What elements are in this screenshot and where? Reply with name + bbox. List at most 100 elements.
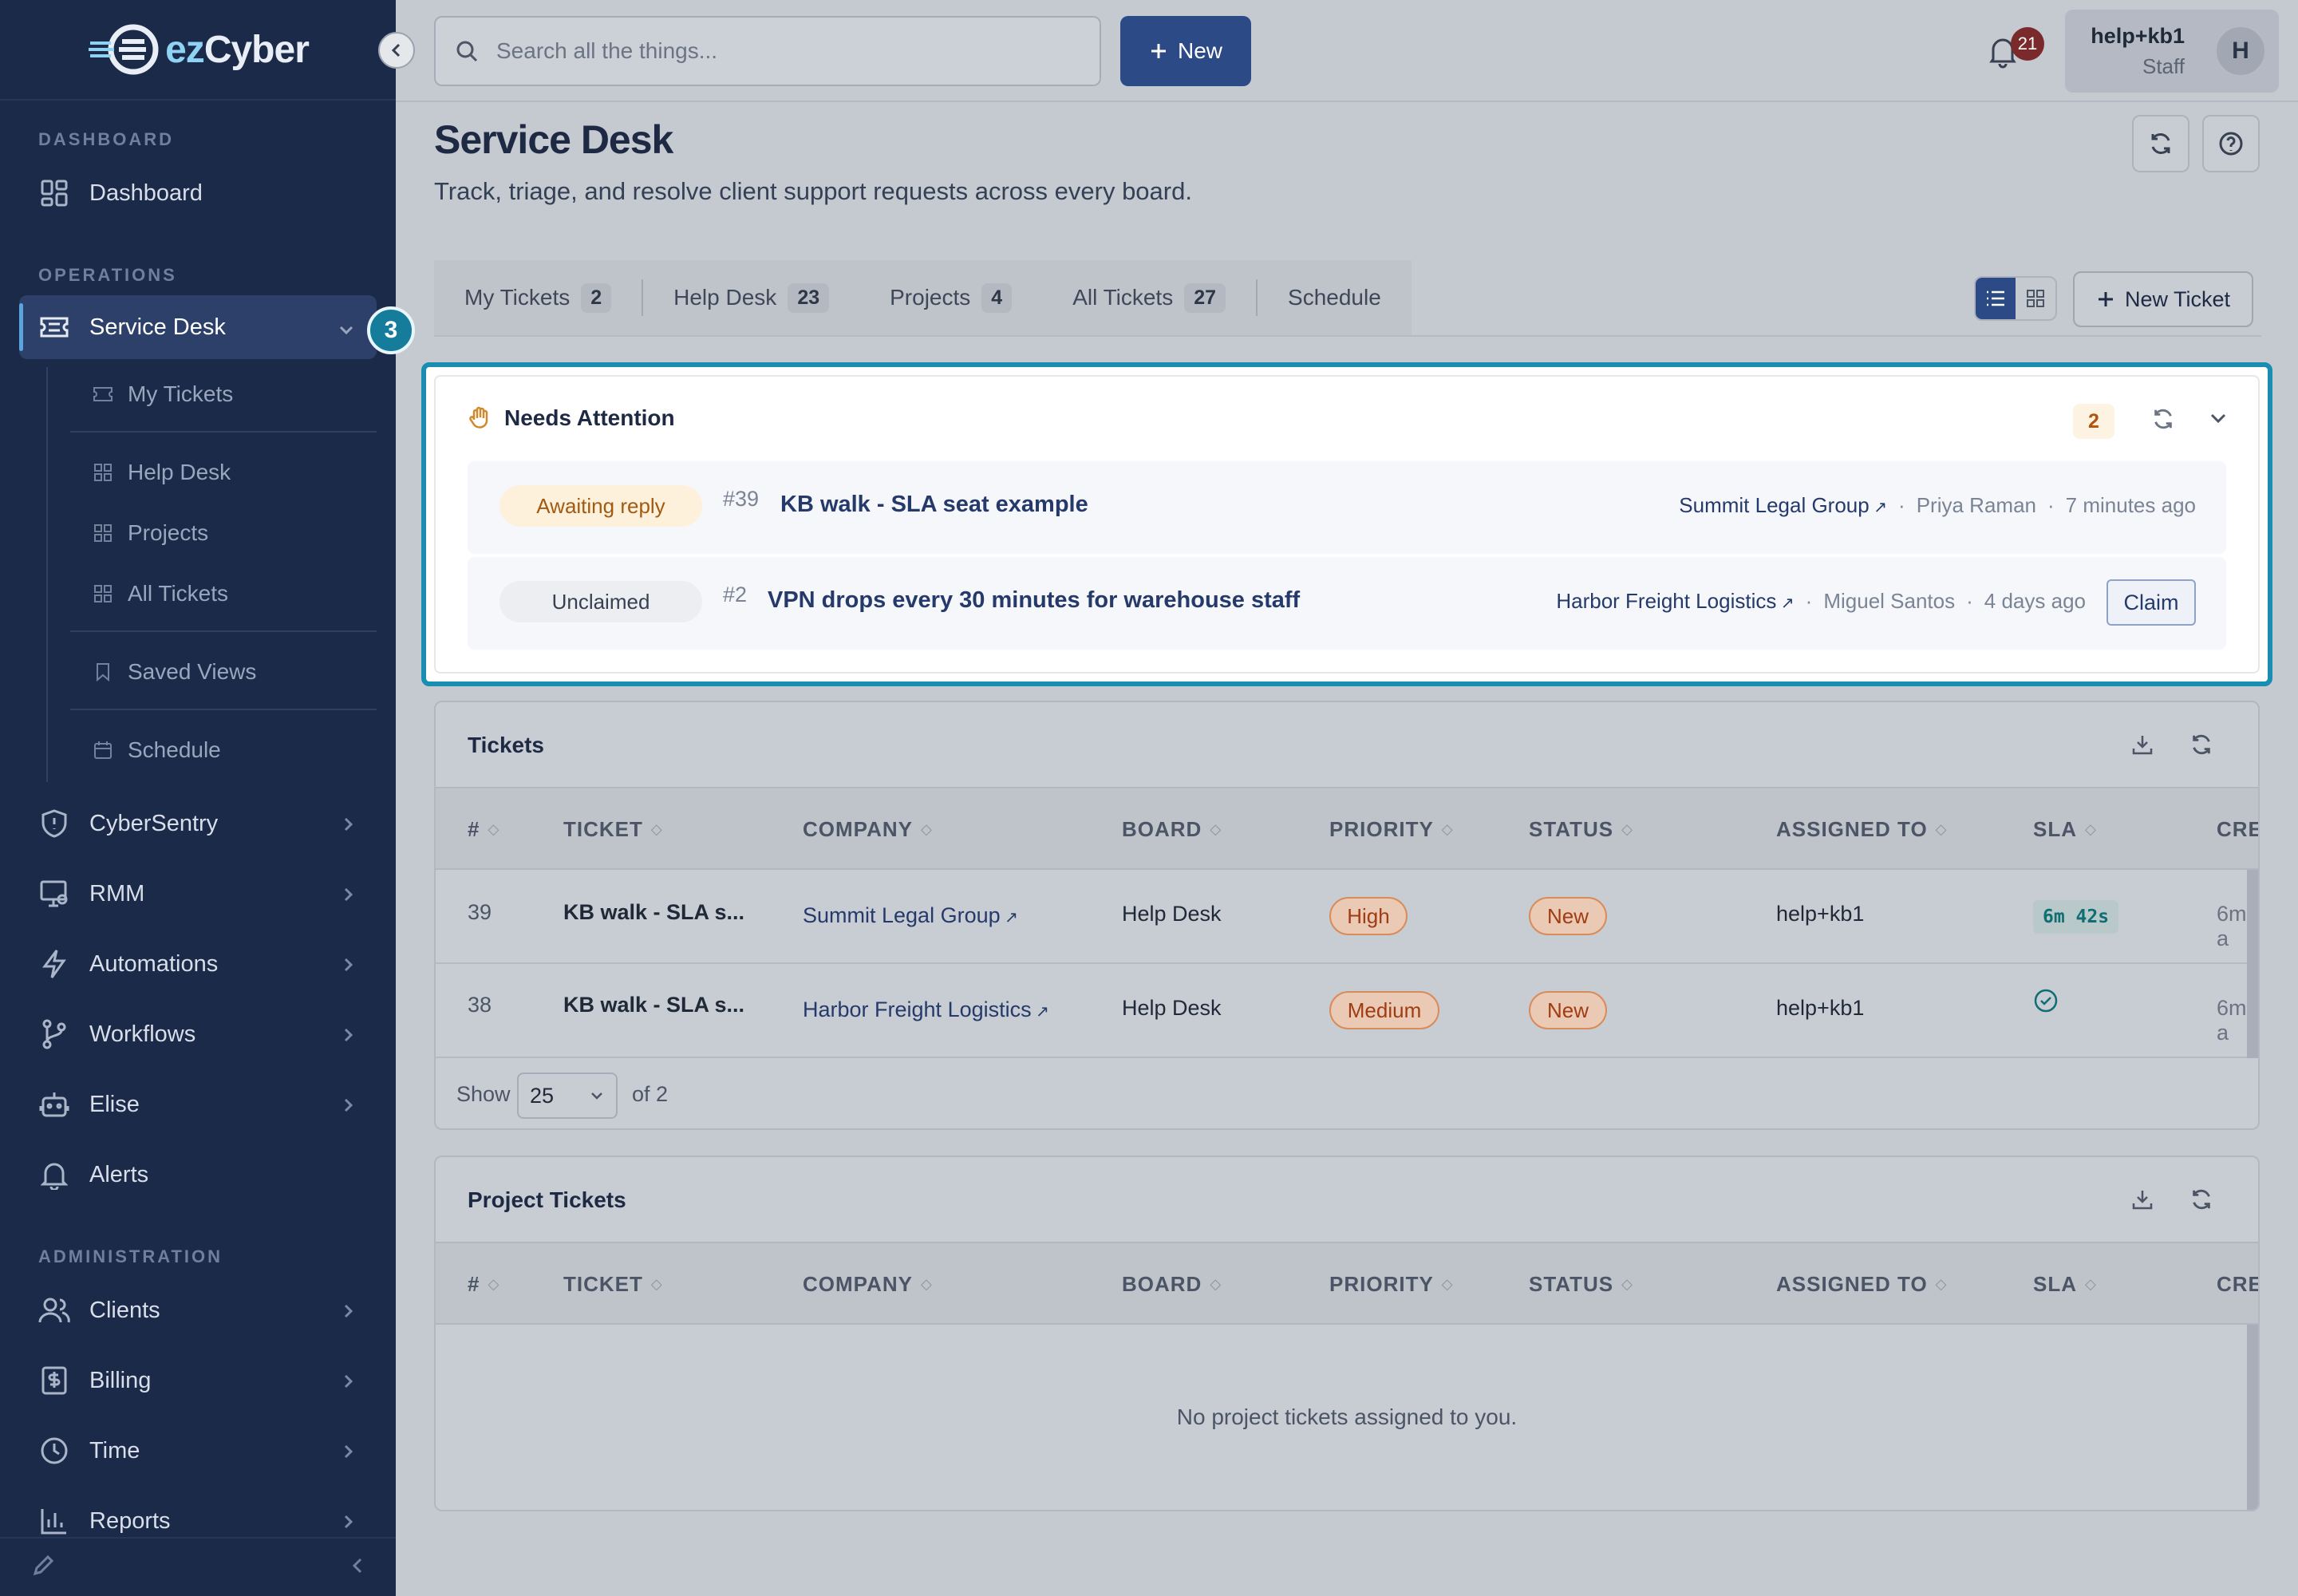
user-menu[interactable]: help+kb1 Staff H (2065, 10, 2279, 93)
check-circle-icon (2034, 989, 2058, 1013)
show-label: Show (456, 1082, 511, 1106)
table-row[interactable]: 39 KB walk - SLA s... Summit Legal Group… (436, 870, 2258, 964)
column-header-status[interactable]: STATUS ◇ (1529, 817, 1633, 842)
tickets-table-header: # ◇ TICKET ◇ COMPANY ◇ BOARD ◇ PRIORITY ◇ STA… (436, 787, 2258, 870)
sidebar-subitem-all-tickets[interactable]: All Tickets (70, 563, 377, 624)
column-header-sla[interactable]: SLA ◇ (2033, 1272, 2097, 1297)
cell-company-link[interactable]: Summit Legal Group (803, 903, 1018, 928)
column-header-id[interactable]: # ◇ (468, 817, 499, 842)
new-ticket-button[interactable]: New Ticket (2073, 271, 2253, 327)
column-header-board[interactable]: BOARD ◇ (1122, 1272, 1222, 1297)
download-icon[interactable] (2130, 1187, 2154, 1211)
page-size-select[interactable]: 25 (517, 1073, 618, 1119)
attention-row[interactable]: Awaiting reply #39 KB walk - SLA seat ex… (468, 461, 2226, 554)
column-header-priority[interactable]: PRIORITY ◇ (1329, 817, 1454, 842)
sidebar-item-alerts[interactable]: Alerts (19, 1143, 377, 1207)
help-button[interactable] (2202, 115, 2260, 172)
priority-badge: Medium (1329, 991, 1439, 1029)
list-icon (1987, 290, 2004, 306)
tab-all-tickets[interactable]: All Tickets 27 (1042, 260, 1256, 335)
sidebar-item-label: Time (89, 1437, 140, 1464)
pagination-row: Show 25 of 2 (436, 1058, 2258, 1128)
sidebar-item-rmm[interactable]: RMM (19, 862, 377, 926)
search-box[interactable] (434, 16, 1101, 86)
requester-name: Priya Raman (1916, 493, 2036, 517)
step-badge: 3 (367, 306, 415, 354)
column-header-ticket[interactable]: TICKET ◇ (563, 817, 663, 842)
search-input[interactable] (496, 38, 1055, 64)
download-icon[interactable] (2130, 733, 2154, 757)
ticket-age: 7 minutes ago (2065, 493, 2196, 517)
pencil-icon[interactable] (32, 1553, 56, 1582)
sidebar-item-time[interactable]: Time (19, 1419, 377, 1483)
column-header-company[interactable]: COMPANY ◇ (803, 1272, 933, 1297)
column-header-created[interactable]: CRE (2217, 817, 2258, 842)
table-scrollbar[interactable] (2247, 1325, 2258, 1510)
column-header-company[interactable]: COMPANY ◇ (803, 817, 933, 842)
sidebar-item-clients[interactable]: Clients (19, 1278, 377, 1342)
sidebar-footer (0, 1537, 396, 1596)
sort-icon: ◇ (1441, 1276, 1454, 1292)
sidebar-subitem-saved-views[interactable]: Saved Views (70, 642, 377, 702)
tab-my-tickets[interactable]: My Tickets 2 (434, 260, 642, 335)
tab-count: 23 (788, 282, 830, 313)
chevron-down-icon[interactable] (2207, 407, 2229, 429)
sort-icon: ◇ (1210, 1276, 1222, 1292)
column-header-assigned[interactable]: ASSIGNED TO ◇ (1776, 817, 1948, 842)
sidebar-item-billing[interactable]: Billing (19, 1349, 377, 1412)
refresh-icon[interactable] (2151, 407, 2175, 431)
sidebar-subitem-label: Projects (128, 520, 209, 545)
logo[interactable]: ezCyber (87, 24, 310, 75)
tab-schedule[interactable]: Schedule (1258, 260, 1412, 335)
tickets-panel: Tickets # ◇ TICKET ◇ COMPANY ◇ BOARD ◇ PRIOR… (434, 701, 2260, 1130)
grid-view-button[interactable] (2016, 278, 2055, 319)
column-header-ticket[interactable]: TICKET ◇ (563, 1272, 663, 1297)
cell-id: 39 (468, 900, 492, 924)
sidebar-item-elise[interactable]: Elise (19, 1073, 377, 1136)
column-header-board[interactable]: BOARD ◇ (1122, 817, 1222, 842)
column-header-priority[interactable]: PRIORITY ◇ (1329, 1272, 1454, 1297)
sidebar-item-workflows[interactable]: Workflows (19, 1002, 377, 1066)
ticket-title-link[interactable]: KB walk - SLA seat example (780, 492, 1088, 518)
table-scrollbar[interactable] (2247, 870, 2258, 1058)
sidebar-item-label: Workflows (89, 1021, 196, 1047)
list-view-button[interactable] (1976, 278, 2016, 319)
tab-projects[interactable]: Projects 4 (859, 260, 1042, 335)
claim-button[interactable]: Claim (2106, 579, 2196, 626)
sidebar-subitem-help-desk[interactable]: Help Desk (70, 442, 377, 503)
tab-help-desk[interactable]: Help Desk 23 (643, 260, 859, 335)
refresh-icon[interactable] (2189, 733, 2213, 757)
column-header-created[interactable]: CRE (2217, 1272, 2258, 1297)
grid-icon (91, 460, 115, 484)
sidebar-subitem-my-tickets[interactable]: My Tickets (70, 364, 377, 425)
cell-ticket[interactable]: KB walk - SLA s... (563, 900, 744, 925)
tab-label: Help Desk (673, 285, 777, 310)
new-button[interactable]: New (1120, 16, 1251, 86)
company-link[interactable]: Summit Legal Group (1679, 493, 1887, 518)
cell-ticket[interactable]: KB walk - SLA s... (563, 993, 744, 1017)
chevron-right-icon (343, 1440, 354, 1465)
table-row[interactable]: 38 KB walk - SLA s... Harbor Freight Log… (436, 964, 2258, 1058)
column-header-id[interactable]: # ◇ (468, 1272, 499, 1297)
collapse-left-icon[interactable] (351, 1555, 364, 1580)
sort-icon: ◇ (1935, 821, 1948, 837)
sidebar-subitem-schedule[interactable]: Schedule (70, 720, 377, 780)
robot-icon (38, 1088, 70, 1120)
sidebar-item-automations[interactable]: Automations (19, 932, 377, 996)
company-link[interactable]: Harbor Freight Logistics (1556, 589, 1794, 614)
column-header-status[interactable]: STATUS ◇ (1529, 1272, 1633, 1297)
sidebar-subitem-projects[interactable]: Projects (70, 503, 377, 563)
sidebar-item-service-desk[interactable]: Service Desk (19, 295, 377, 359)
sidebar-item-cybersentry[interactable]: CyberSentry (19, 792, 377, 855)
column-header-sla[interactable]: SLA ◇ (2033, 817, 2097, 842)
chevron-down-icon (338, 317, 354, 342)
calendar-icon (91, 738, 115, 762)
tab-label: My Tickets (464, 285, 571, 310)
column-header-assigned[interactable]: ASSIGNED TO ◇ (1776, 1272, 1948, 1297)
ticket-title-link[interactable]: VPN drops every 30 minutes for warehouse… (768, 587, 1300, 614)
refresh-page-button[interactable] (2132, 115, 2189, 172)
sidebar-item-dashboard[interactable]: Dashboard (19, 161, 377, 225)
cell-company-link[interactable]: Harbor Freight Logistics (803, 998, 1049, 1022)
attention-row[interactable]: Unclaimed #2 VPN drops every 30 minutes … (468, 557, 2226, 650)
refresh-icon[interactable] (2189, 1187, 2213, 1211)
